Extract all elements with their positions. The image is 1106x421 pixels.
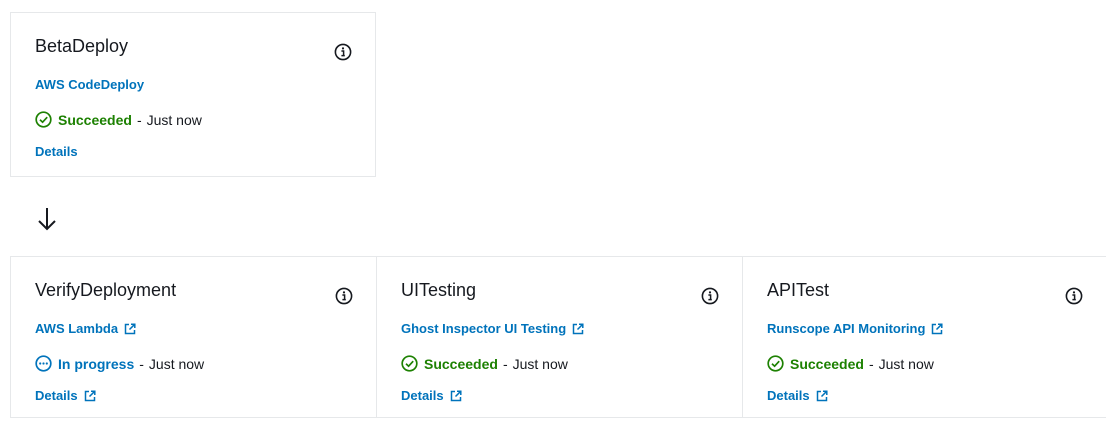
external-link-icon [84,389,96,401]
info-icon[interactable] [335,287,353,305]
status-separator: - [139,355,144,372]
status-line: Succeeded - Just now [35,111,202,128]
status-time: Just now [512,355,568,372]
status-separator: - [502,355,508,372]
provider-link[interactable]: AWS Lambda [35,321,136,336]
stage-card-apitest: APITest Runscope API Monitoring Succeede… [742,256,1106,418]
status-separator: - [868,355,874,372]
provider-link[interactable]: Runscope API Monitoring [767,321,943,336]
status-separator: - [136,111,142,128]
check-circle-icon [35,111,52,128]
status-line: Succeeded - Just now [767,355,934,372]
parallel-actions-row: VerifyDeployment AWS Lambda In progress … [10,256,1106,418]
provider-label: AWS CodeDeploy [35,77,145,92]
stage-title: UITesting [401,280,477,300]
stage-title: VerifyDeployment [35,280,177,300]
status-line: In progress - Just now [35,355,204,372]
info-icon[interactable] [1065,287,1083,305]
external-link-icon [932,322,943,334]
status-text: Succeeded [58,111,132,128]
external-link-icon [124,322,136,334]
details-link[interactable]: Details [767,388,828,403]
stage-card-uitesting: UITesting Ghost Inspector UI Testing Suc… [376,256,742,418]
arrow-down-icon [38,208,56,231]
status-time: Just now [878,355,934,372]
details-label: Details [35,388,78,403]
status-time: Just now [148,355,205,372]
provider-link[interactable]: Ghost Inspector UI Testing [401,321,584,336]
stage-title: APITest [767,280,830,300]
external-link-icon [450,389,462,401]
details-label: Details [35,144,78,159]
check-circle-icon [767,355,784,372]
details-link[interactable]: Details [401,388,462,403]
provider-label: AWS Lambda [35,321,119,336]
details-link[interactable]: Details [35,144,78,159]
ellipsis-circle-icon [35,355,52,372]
status-text: Succeeded [790,355,864,372]
check-circle-icon [401,355,418,372]
status-text: In progress [58,355,135,372]
details-label: Details [401,388,444,403]
provider-label: Ghost Inspector UI Testing [401,321,567,336]
status-line: Succeeded - Just now [401,355,568,372]
external-link-icon [816,389,828,401]
details-link[interactable]: Details [35,388,96,403]
stage-card-verifydeployment: VerifyDeployment AWS Lambda In progress … [10,256,376,418]
status-text: Succeeded [424,355,498,372]
status-time: Just now [146,111,202,128]
info-icon[interactable] [334,43,352,61]
stage-title: BetaDeploy [35,36,129,56]
external-link-icon [572,322,584,334]
details-label: Details [767,388,810,403]
info-icon[interactable] [701,287,719,305]
stage-card-betadeploy: BetaDeploy AWS CodeDeploy Succeeded - Ju… [10,12,376,177]
provider-label: Runscope API Monitoring [767,321,926,336]
provider-link[interactable]: AWS CodeDeploy [35,77,144,92]
